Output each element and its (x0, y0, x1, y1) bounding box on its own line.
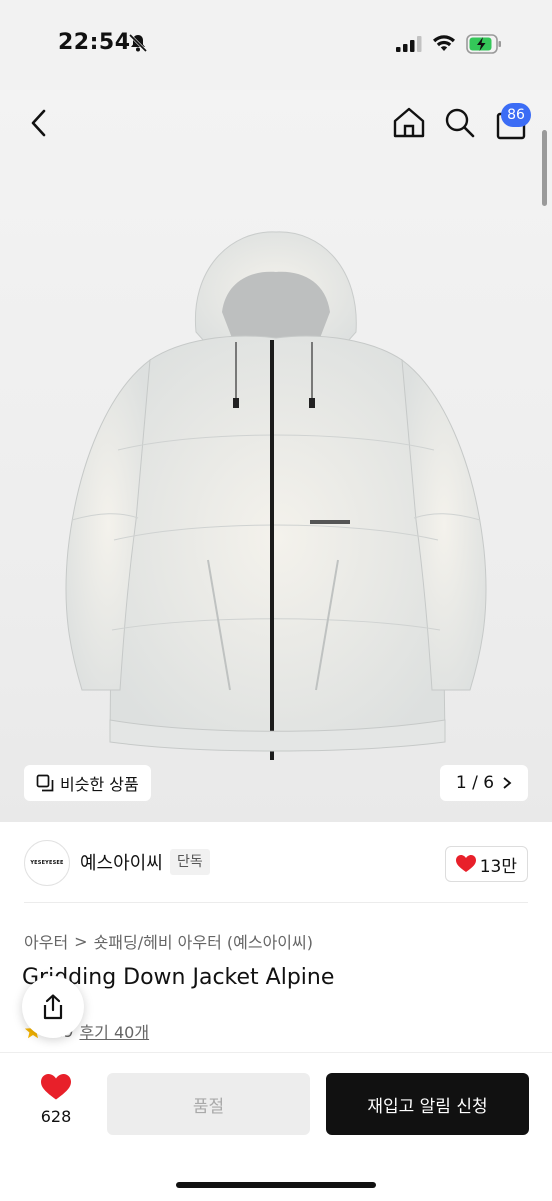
home-indicator[interactable] (176, 1182, 376, 1188)
cart-count-badge: 86 (501, 103, 531, 127)
product-jacket-image[interactable] (0, 220, 552, 780)
status-bar: 22:54 (0, 0, 552, 90)
breadcrumb: 아우터 > 숏패딩/헤비 아우터 (예스아이씨) (24, 929, 313, 953)
scrollbar[interactable] (542, 130, 547, 206)
divider (24, 902, 528, 903)
brand-name[interactable]: 예스아이씨 (80, 849, 163, 875)
cellular-signal-icon (396, 36, 422, 52)
breadcrumb-separator: > (74, 931, 88, 951)
status-time: 22:54 (58, 30, 131, 55)
breadcrumb-category[interactable]: 아우터 (24, 929, 68, 953)
back-button[interactable] (26, 106, 54, 140)
chevron-right-icon (503, 777, 512, 789)
similar-products-label: 비슷한 상품 (60, 775, 139, 794)
battery-charging-icon (466, 34, 501, 54)
restock-alert-button[interactable]: 재입고 알림 신청 (326, 1073, 529, 1135)
brand-like-count: 13만 (479, 856, 517, 877)
home-icon[interactable] (392, 106, 426, 138)
wishlist-button[interactable]: 628 (22, 1074, 90, 1126)
brand-logo-text: YESEYESEE (30, 860, 64, 866)
copy-icon (36, 774, 54, 792)
wishlist-count: 628 (40, 1107, 72, 1126)
brand-logo[interactable]: YESEYESEE (24, 840, 70, 886)
share-button[interactable] (22, 976, 84, 1038)
share-icon (43, 994, 63, 1020)
bell-muted-icon (128, 33, 148, 53)
heart-icon (41, 1074, 71, 1100)
gallery-pager[interactable]: 1 / 6 (440, 765, 528, 801)
exclusive-badge: 단독 (170, 849, 210, 875)
breadcrumb-subcategory[interactable]: 숏패딩/헤비 아우터 (예스아이씨) (94, 929, 313, 953)
similar-products-button[interactable]: 비슷한 상품 (24, 765, 151, 801)
review-count-link[interactable]: 후기 40개 (79, 1019, 149, 1043)
wifi-icon (433, 35, 455, 51)
brand-like-button[interactable]: 13만 (444, 846, 528, 882)
search-icon[interactable] (444, 107, 476, 139)
heart-icon (455, 855, 476, 872)
pager-label: 1 / 6 (455, 773, 495, 793)
soldout-button: 품절 (107, 1073, 310, 1135)
